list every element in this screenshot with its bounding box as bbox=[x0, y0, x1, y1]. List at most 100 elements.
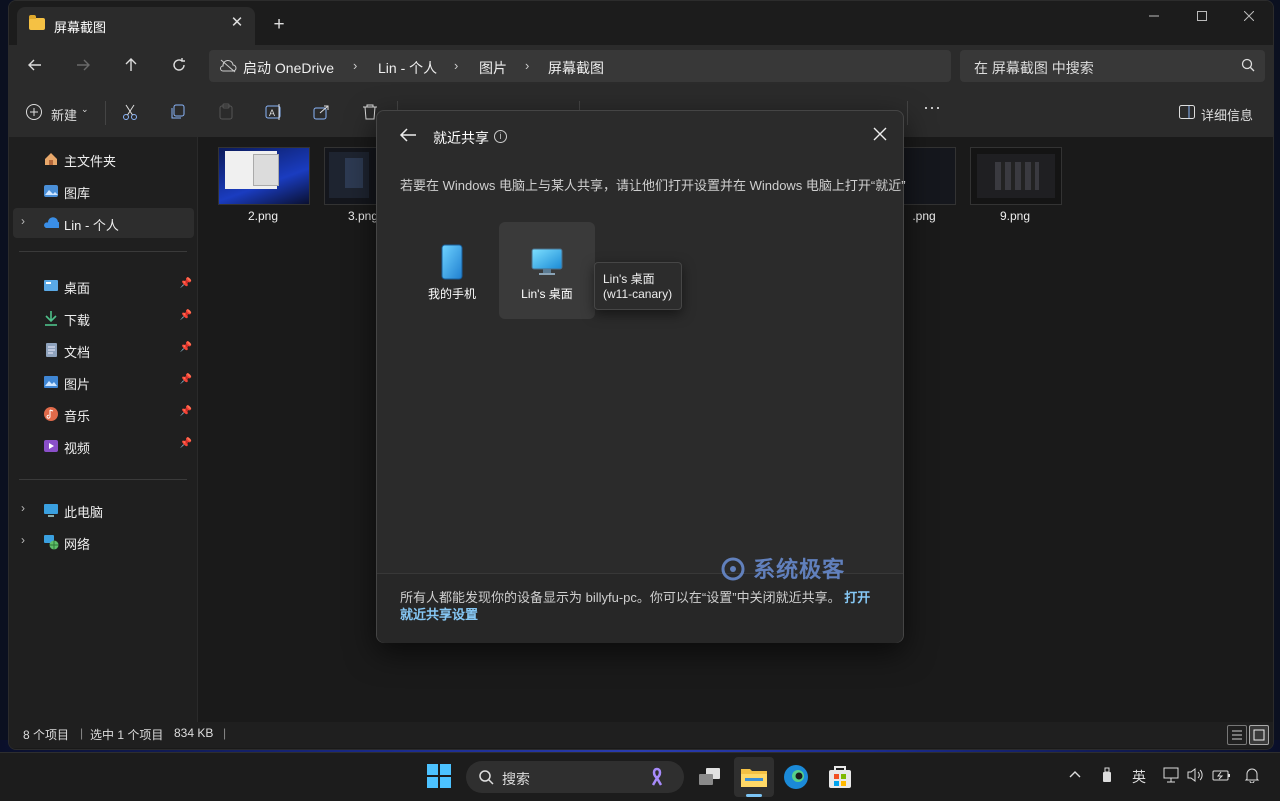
video-icon bbox=[44, 440, 58, 452]
info-icon[interactable]: i bbox=[494, 130, 507, 143]
divider bbox=[105, 101, 106, 125]
nav-item-label: 网络 bbox=[64, 537, 91, 552]
maximize-button[interactable] bbox=[1179, 1, 1225, 33]
pin-icon[interactable]: 📌 bbox=[180, 342, 192, 353]
speaker-icon bbox=[1187, 768, 1203, 782]
details-button[interactable]: 详细信息 bbox=[1179, 101, 1269, 125]
chevron-right-icon[interactable]: › bbox=[21, 214, 25, 228]
status-separator: | bbox=[80, 726, 84, 740]
forward-button[interactable] bbox=[69, 55, 97, 79]
pin-icon[interactable]: 📌 bbox=[180, 374, 192, 385]
file-name[interactable]: 2.png bbox=[218, 209, 308, 223]
tab-title: 屏幕截图 bbox=[54, 20, 107, 35]
nav-item-videos[interactable]: 视频 📌 bbox=[13, 431, 194, 461]
nav-item-documents[interactable]: 文档 📌 bbox=[13, 335, 194, 365]
breadcrumb-pictures[interactable]: 图片 bbox=[479, 58, 507, 78]
new-tab-button[interactable]: + bbox=[267, 13, 291, 37]
tab-screenshots[interactable]: 屏幕截图 ✕ bbox=[17, 7, 255, 45]
desktop-icon bbox=[44, 280, 58, 291]
paste-button[interactable] bbox=[217, 101, 235, 125]
device-my-phone[interactable]: 我的手机 bbox=[404, 222, 500, 319]
divider bbox=[19, 479, 187, 480]
store-icon bbox=[829, 766, 851, 788]
search-box[interactable]: 在 屏幕截图 中搜索 bbox=[960, 50, 1265, 82]
nav-item-desktop[interactable]: 桌面 📌 bbox=[13, 271, 194, 301]
store-button[interactable] bbox=[826, 763, 854, 791]
details-view-button[interactable] bbox=[1227, 725, 1247, 745]
tooltip-device-host: (w11-canary) bbox=[603, 287, 673, 301]
dialog-title: 就近共享 bbox=[433, 130, 489, 146]
close-window-button[interactable] bbox=[1226, 1, 1272, 33]
nav-item-music[interactable]: 音乐 📌 bbox=[13, 399, 194, 429]
pin-icon[interactable]: 📌 bbox=[180, 438, 192, 449]
pin-icon[interactable]: 📌 bbox=[180, 278, 192, 289]
more-options-button[interactable]: ··· bbox=[923, 97, 941, 121]
nav-item-home[interactable]: 主文件夹 bbox=[13, 144, 194, 174]
volume-icon[interactable] bbox=[1187, 767, 1205, 786]
start-button[interactable] bbox=[426, 763, 454, 791]
breadcrumb-onedrive[interactable]: 启动 OneDrive bbox=[243, 58, 334, 78]
new-button[interactable]: 新建 ⌄ bbox=[25, 101, 91, 125]
search-input[interactable]: 在 屏幕截图 中搜索 bbox=[974, 58, 1094, 78]
battery-icon[interactable] bbox=[1212, 767, 1232, 786]
file-name[interactable]: 3.png bbox=[324, 209, 378, 223]
file-name[interactable]: .png bbox=[904, 209, 944, 223]
refresh-button[interactable] bbox=[165, 55, 193, 79]
cut-button[interactable] bbox=[121, 101, 139, 125]
nav-item-downloads[interactable]: 下载 📌 bbox=[13, 303, 194, 333]
file-thumbnail[interactable] bbox=[970, 147, 1062, 205]
device-tooltip: Lin's 桌面 (w11-canary) bbox=[594, 262, 682, 310]
close-dialog-button[interactable] bbox=[873, 127, 887, 144]
file-name[interactable]: 9.png bbox=[970, 209, 1060, 223]
rename-button[interactable]: A bbox=[265, 101, 283, 125]
minimize-button[interactable] bbox=[1131, 1, 1177, 33]
usb-icon[interactable] bbox=[1100, 767, 1114, 786]
chevron-right-icon[interactable]: › bbox=[525, 58, 529, 73]
edge-button[interactable] bbox=[782, 763, 810, 791]
breadcrumb-screenshots[interactable]: 屏幕截图 bbox=[548, 58, 604, 78]
input-method-indicator[interactable]: 英 bbox=[1132, 767, 1146, 787]
new-label: 新建 bbox=[51, 108, 78, 123]
network-status-icon[interactable] bbox=[1163, 767, 1179, 786]
nav-item-label: 视频 bbox=[64, 441, 91, 456]
breadcrumb-lin[interactable]: Lin - 个人 bbox=[378, 58, 437, 78]
device-lin-desktop[interactable]: Lin's 桌面 bbox=[499, 222, 595, 319]
back-button[interactable] bbox=[21, 55, 49, 79]
chevron-up-icon bbox=[1069, 771, 1081, 778]
taskbar-search[interactable]: 搜索 bbox=[466, 761, 684, 793]
scissors-icon bbox=[123, 104, 137, 120]
nav-item-this-pc[interactable]: › 此电脑 bbox=[13, 495, 194, 525]
search-icon bbox=[1241, 58, 1255, 72]
pin-icon[interactable]: 📌 bbox=[180, 310, 192, 321]
address-bar[interactable]: 启动 OneDrive › Lin - 个人 › 图片 › 屏幕截图 bbox=[209, 50, 951, 82]
nav-item-network[interactable]: › 网络 bbox=[13, 527, 194, 557]
file-explorer-taskbar-button[interactable] bbox=[734, 757, 774, 797]
up-button[interactable] bbox=[117, 55, 145, 79]
tooltip-device-name: Lin's 桌面 bbox=[603, 272, 655, 286]
tiles-view-button[interactable] bbox=[1249, 725, 1269, 745]
pin-icon[interactable]: 📌 bbox=[180, 406, 192, 417]
nav-item-label: 图片 bbox=[64, 377, 91, 392]
divider bbox=[19, 251, 187, 252]
tiles-view-icon bbox=[1253, 729, 1265, 741]
title-bar: 屏幕截图 ✕ + bbox=[9, 1, 1273, 45]
show-hidden-icons-chevron-icon[interactable] bbox=[1068, 767, 1082, 784]
arrow-up-icon bbox=[125, 58, 137, 71]
back-button[interactable] bbox=[399, 127, 417, 146]
share-button[interactable] bbox=[313, 101, 331, 125]
notifications-icon[interactable] bbox=[1244, 767, 1260, 786]
chevron-right-icon[interactable]: › bbox=[21, 501, 25, 515]
download-icon bbox=[45, 311, 57, 326]
chevron-right-icon[interactable]: › bbox=[21, 533, 25, 547]
nav-item-pictures[interactable]: 图片 📌 bbox=[13, 367, 194, 397]
cloud-off-icon bbox=[220, 59, 237, 73]
nav-item-gallery[interactable]: 图库 bbox=[13, 176, 194, 206]
file-thumbnail[interactable] bbox=[218, 147, 310, 205]
chevron-right-icon[interactable]: › bbox=[454, 58, 458, 73]
task-view-button[interactable] bbox=[696, 763, 724, 791]
navigation-bar: 启动 OneDrive › Lin - 个人 › 图片 › 屏幕截图 在 屏幕截… bbox=[9, 45, 1273, 89]
nav-item-onedrive[interactable]: › Lin - 个人 bbox=[13, 208, 194, 238]
chevron-right-icon[interactable]: › bbox=[353, 58, 357, 73]
copy-button[interactable] bbox=[169, 101, 187, 125]
close-tab-button[interactable]: ✕ bbox=[227, 13, 247, 33]
